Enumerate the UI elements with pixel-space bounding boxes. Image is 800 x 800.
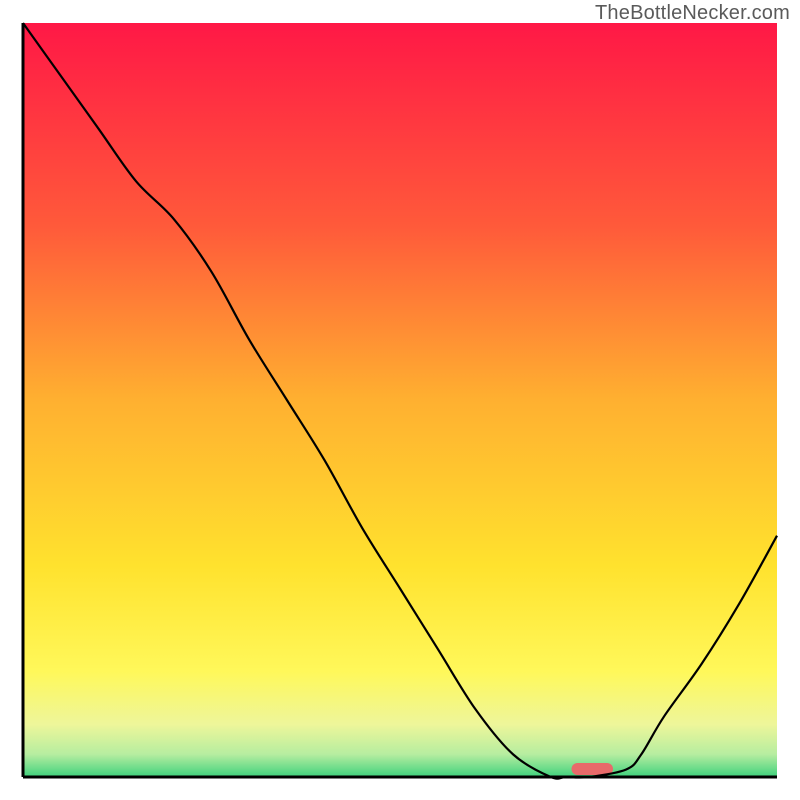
plot-background — [23, 23, 777, 777]
optimal-marker — [572, 763, 614, 775]
chart-svg — [0, 0, 800, 800]
chart-container: TheBottleNecker.com — [0, 0, 800, 800]
watermark: TheBottleNecker.com — [595, 2, 790, 25]
